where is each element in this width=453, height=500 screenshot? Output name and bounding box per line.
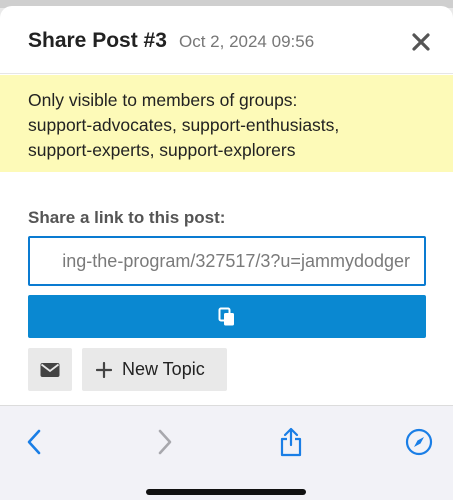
- forward-button[interactable]: [145, 422, 185, 462]
- notice-line: support-experts, support-explorers: [28, 140, 296, 160]
- close-button[interactable]: [405, 26, 437, 58]
- share-post-modal: Share Post #3 Oct 2, 2024 09:56 Only vis…: [0, 6, 453, 405]
- plus-icon: [96, 361, 112, 378]
- mail-icon: [40, 362, 60, 377]
- chevron-right-icon: [158, 429, 172, 455]
- chevron-left-icon: [27, 429, 41, 455]
- share-button[interactable]: [271, 422, 311, 462]
- new-topic-label: New Topic: [122, 359, 205, 379]
- notice-line: Only visible to members of groups:: [28, 90, 298, 110]
- modal-title: Share Post #3: [28, 29, 167, 52]
- share-icon: [280, 427, 302, 457]
- share-link-label: Share a link to this post:: [28, 208, 226, 227]
- visibility-notice: Only visible to members of groups: suppo…: [0, 75, 453, 172]
- new-topic-button[interactable]: New Topic: [82, 348, 227, 391]
- copy-icon: [218, 307, 234, 325]
- compass-icon: [405, 428, 433, 456]
- notice-line: support-advocates, support-enthusiasts,: [28, 115, 340, 135]
- email-share-button[interactable]: [28, 348, 72, 391]
- post-date: Oct 2, 2024 09:56: [179, 32, 315, 51]
- share-link-input[interactable]: ing-the-program/327517/3?u=jammydodger: [28, 236, 426, 286]
- share-link-value: ing-the-program/327517/3?u=jammydodger: [62, 251, 410, 271]
- close-icon: [412, 33, 430, 51]
- home-indicator: [146, 489, 306, 495]
- modal-header: Share Post #3 Oct 2, 2024 09:56: [0, 6, 453, 74]
- browser-toolbar: [0, 405, 453, 500]
- back-button[interactable]: [14, 422, 54, 462]
- compass-button[interactable]: [399, 422, 439, 462]
- copy-link-button[interactable]: [28, 295, 426, 338]
